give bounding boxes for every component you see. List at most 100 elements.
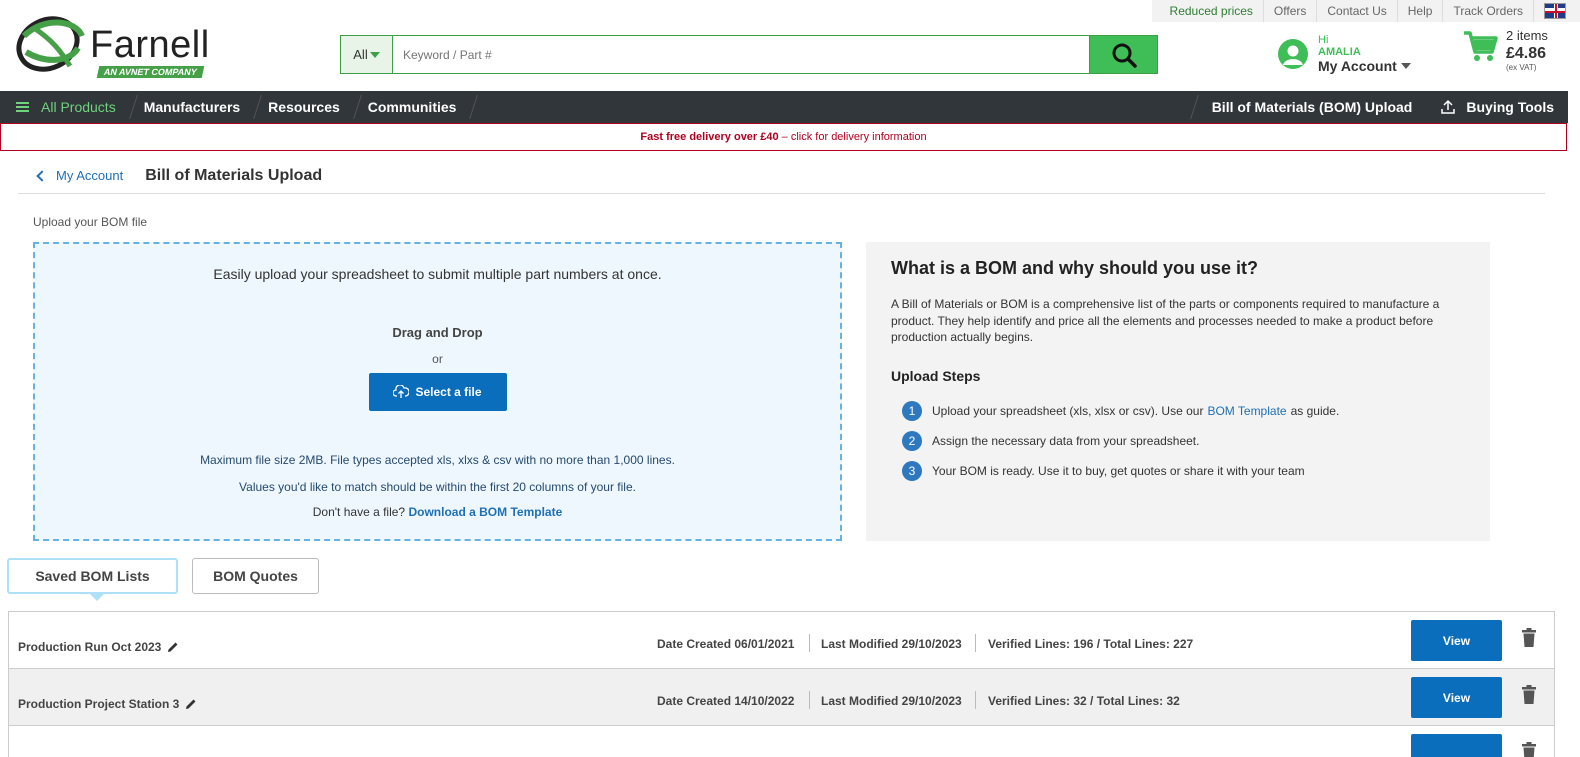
step-number-badge: 2	[902, 430, 922, 451]
pencil-edit-icon[interactable]	[167, 641, 179, 653]
reduced-prices-link[interactable]: Reduced prices	[1160, 0, 1264, 22]
account-greeting: Hi	[1318, 34, 1329, 46]
step-1-suffix: as guide.	[1290, 403, 1340, 418]
drag-drop-label: Drag and Drop	[392, 325, 483, 340]
select-file-label: Select a file	[415, 385, 482, 399]
bom-info-panel: What is a BOM and why should you use it?…	[866, 242, 1490, 541]
step-number-badge: 1	[902, 400, 922, 421]
step-1: 1 Upload your spreadsheet (xls, xlsx or …	[902, 400, 1465, 421]
account-menu[interactable]: Hi AMALIA My Account	[1278, 34, 1411, 74]
cart-item-count: 2 items	[1506, 28, 1548, 43]
cloud-upload-icon	[393, 385, 410, 398]
bom-name-label: Production Project Station 3	[18, 697, 180, 711]
bom-name: Production Run Oct 2023	[18, 640, 179, 654]
farnell-logo[interactable]: Farnell AN AVNET COMPANY	[16, 14, 209, 78]
select-file-button[interactable]: Select a file	[368, 373, 507, 411]
nav-buying-tools[interactable]: Buying Tools	[1426, 91, 1568, 123]
utility-bar: Reduced prices Offers Contact Us Help Tr…	[1151, 0, 1580, 22]
search-category-label: All	[353, 47, 368, 62]
template-question: Don't have a file?	[312, 505, 406, 519]
bom-tabs: Saved BOM Lists BOM Quotes	[7, 558, 333, 601]
bom-date-created: Date Created 06/01/2021	[657, 637, 795, 651]
info-description: A Bill of Materials or BOM is a comprehe…	[891, 297, 1440, 344]
or-label: or	[432, 352, 443, 366]
bom-name: Production Project Station 3	[18, 697, 197, 711]
step-2-text: Assign the necessary data from your spre…	[932, 433, 1200, 448]
search-category-dropdown[interactable]: All	[341, 36, 393, 73]
upload-steps-title: Upload Steps	[891, 367, 981, 384]
trash-icon[interactable]	[1521, 742, 1537, 757]
main-nav: All Products Manufacturers Resources Com…	[0, 91, 1568, 123]
cart[interactable]: 2 items £4.86 (ex VAT)	[1462, 28, 1548, 72]
buying-tools-label: Buying Tools	[1466, 99, 1554, 115]
bom-last-modified: Last Modified 29/10/2023	[821, 694, 962, 708]
download-template-link[interactable]: Download a BOM Template	[408, 505, 562, 519]
bom-list: Production Run Oct 2023 Date Created 06/…	[8, 611, 1555, 757]
logo-tagline: AN AVNET COMPANY	[96, 66, 205, 78]
divider	[975, 691, 976, 709]
all-products-menu[interactable]: All Products	[0, 91, 130, 123]
step-3: 3 Your BOM is ready. Use it to buy, get …	[902, 460, 1465, 481]
contact-link[interactable]: Contact Us	[1317, 0, 1398, 22]
back-to-my-account-link[interactable]: My Account	[36, 168, 124, 183]
bom-list-row-partial	[9, 726, 1554, 757]
cart-icon	[1464, 31, 1498, 61]
view-button[interactable]: View	[1411, 620, 1502, 661]
upload-icon	[1441, 99, 1456, 114]
nav-manufacturers[interactable]: Manufacturers	[130, 91, 254, 123]
bom-verified-lines: Verified Lines: 196 / Total Lines: 227	[988, 637, 1194, 651]
page-header: My Account Bill of Materials Upload	[18, 158, 1545, 194]
columns-note: Values you'd like to match should be wit…	[239, 480, 636, 494]
logo-swirl-icon	[16, 16, 85, 72]
tab-saved-bom-lists[interactable]: Saved BOM Lists	[7, 558, 178, 601]
my-account-label: My Account	[1318, 58, 1411, 74]
nav-bom-upload[interactable]: Bill of Materials (BOM) Upload	[1198, 91, 1427, 123]
account-username: AMALIA	[1318, 46, 1361, 58]
pencil-edit-icon[interactable]	[185, 698, 197, 710]
tab-bom-quotes[interactable]: BOM Quotes	[192, 558, 319, 594]
view-button[interactable]: View	[1411, 677, 1502, 718]
search-button[interactable]	[1089, 36, 1157, 73]
nav-resources[interactable]: Resources	[254, 91, 354, 123]
uk-flag-icon[interactable]	[1544, 3, 1566, 19]
chevron-down-icon	[369, 51, 380, 58]
search-input[interactable]	[393, 36, 1089, 73]
cart-total: £4.86	[1506, 45, 1547, 62]
promo-text: – click for delivery information	[778, 131, 927, 143]
nav-communities[interactable]: Communities	[354, 91, 471, 123]
bom-name-label: Production Run Oct 2023	[18, 640, 162, 654]
chevron-down-icon	[1400, 63, 1411, 69]
chevron-left-icon	[36, 169, 48, 182]
step-number-badge: 3	[902, 460, 922, 481]
cart-vat-note: (ex VAT)	[1506, 63, 1537, 72]
bom-date-created: Date Created 14/10/2022	[657, 694, 795, 708]
search-bar: All	[340, 35, 1158, 74]
offers-link[interactable]: Offers	[1264, 0, 1318, 22]
view-button-partial[interactable]	[1411, 734, 1502, 757]
dropzone-lead: Easily upload your spreadsheet to submit…	[213, 266, 662, 282]
bom-list-row: Production Project Station 3 Date Create…	[9, 669, 1554, 726]
step-3-text: Your BOM is ready. Use it to buy, get qu…	[932, 463, 1305, 478]
upload-steps-list: 1 Upload your spreadsheet (xls, xlsx or …	[902, 400, 1465, 481]
user-icon	[1278, 39, 1308, 69]
page-title: Bill of Materials Upload	[145, 166, 323, 184]
logo-text: Farnell	[90, 24, 210, 66]
help-link[interactable]: Help	[1398, 0, 1444, 22]
divider	[809, 634, 810, 652]
file-size-note: Maximum file size 2MB. File types accept…	[200, 453, 675, 467]
bom-template-link[interactable]: BOM Template	[1207, 404, 1286, 418]
search-icon	[1112, 43, 1137, 68]
divider	[809, 691, 810, 709]
track-orders-link[interactable]: Track Orders	[1443, 0, 1534, 22]
trash-icon[interactable]	[1521, 628, 1537, 648]
promo-bold-text: Fast free delivery over £40	[640, 131, 779, 143]
delivery-promo-banner[interactable]: Fast free delivery over £40 – click for …	[0, 123, 1567, 151]
step-2: 2 Assign the necessary data from your sp…	[902, 430, 1465, 451]
step-1-text: Upload your spreadsheet (xls, xlsx or cs…	[932, 403, 1204, 418]
back-label: My Account	[56, 168, 124, 183]
divider	[975, 634, 976, 652]
bom-last-modified: Last Modified 29/10/2023	[821, 637, 962, 651]
file-dropzone[interactable]: Easily upload your spreadsheet to submit…	[33, 242, 842, 541]
trash-icon[interactable]	[1521, 685, 1537, 705]
all-products-label: All Products	[41, 99, 116, 115]
